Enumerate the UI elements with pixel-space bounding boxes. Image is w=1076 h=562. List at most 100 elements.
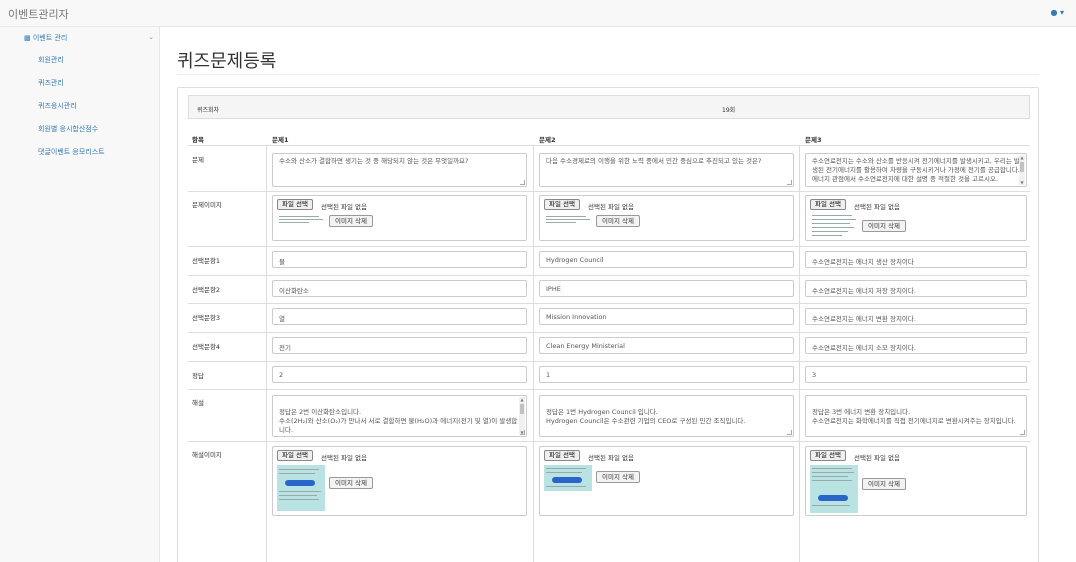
page-title: 퀴즈문제등록 — [177, 51, 277, 72]
chevron-down-icon: ⌄ — [148, 33, 154, 41]
resize-grip-icon[interactable] — [787, 430, 792, 435]
explanation-3-image-field: 파일 선택 선택된 파일 없음 이미지 삭제 — [805, 446, 1027, 516]
row-label-answer: 정답 — [192, 372, 204, 380]
resize-grip-icon[interactable] — [787, 180, 792, 185]
file-select-button[interactable]: 파일 선택 — [277, 450, 313, 461]
file-select-button[interactable]: 파일 선택 — [544, 450, 580, 461]
row-label-choice-3: 선택문항3 — [192, 314, 221, 322]
question-3-choice-4-input[interactable]: 수소연료전지는 에너지 소모 장치이다. — [805, 337, 1027, 354]
divider — [799, 145, 800, 562]
question-1-text: 수소와 산소가 결합하면 생기는 것 중 해당되지 않는 것은 무엇일까요? — [279, 157, 469, 165]
explanation-3-text: 정답은 3번 에너지 변환 장치입니다. 수소연료전지는 화학에너지를 직접 전… — [812, 408, 1016, 425]
row-label-question: 문제 — [192, 156, 204, 164]
question-image-thumbnail — [277, 213, 325, 227]
delete-image-button[interactable]: 이미지 삭제 — [596, 215, 640, 227]
question-1-choice-4-input[interactable]: 전기 — [272, 337, 527, 354]
question-2-answer-input[interactable]: 1 — [539, 366, 794, 383]
sidebar: ▩ 이벤트 관리 ⌄ 회원관리 퀴즈관리 퀴즈응시관리 회원별 응시합산점수 댓… — [0, 27, 160, 562]
divider — [177, 74, 1039, 75]
user-icon: ● — [1050, 8, 1058, 17]
sidebar-section-label: 이벤트 관리 — [32, 34, 68, 42]
row-label-explanation: 해설 — [192, 399, 204, 407]
question-3-choice-2-input[interactable]: 수소연료전지는 에너지 저장 장치이다. — [805, 280, 1027, 297]
divider — [188, 145, 1030, 146]
question-3-answer-input[interactable]: 3 — [805, 366, 1027, 383]
file-status-text: 선택된 파일 없음 — [588, 203, 634, 211]
question-3-text: 수소연료전지는 수소와 산소를 반응시켜 전기에너지를 발생시키고, 우리는 발… — [812, 157, 1020, 183]
quiz-form-panel: 퀴즈회차 19회 항목 문제1 문제2 문제3 문제 문제이미지 선택문항1 선… — [177, 87, 1039, 562]
file-select-button[interactable]: 파일 선택 — [277, 199, 313, 210]
question-1-answer-input[interactable]: 2 — [272, 366, 527, 383]
chevron-down-icon: ▾ — [1059, 8, 1064, 17]
file-status-text: 선택된 파일 없음 — [854, 454, 900, 462]
bar-chart-icon: ▩ — [24, 34, 31, 42]
delete-image-button[interactable]: 이미지 삭제 — [596, 471, 640, 483]
question-image-thumbnail — [544, 213, 592, 227]
resize-grip-icon[interactable] — [520, 430, 525, 435]
question-2-explanation-textarea[interactable]: 정답은 1번 Hydrogen Council 입니다. Hydrogen Co… — [539, 395, 794, 437]
file-status-text: 선택된 파일 없음 — [321, 203, 367, 211]
divider — [188, 332, 1030, 333]
file-select-button[interactable]: 파일 선택 — [544, 199, 580, 210]
file-select-button[interactable]: 파일 선택 — [810, 199, 846, 210]
question-3-choice-3-input[interactable]: 수소연료전지는 에너지 변환 장치이다. — [805, 308, 1027, 325]
top-navbar: 이벤트관리자 ● ▾ — [0, 0, 1076, 27]
question-3-explanation-textarea[interactable]: 정답은 3번 에너지 변환 장치입니다. 수소연료전지는 화학에너지를 직접 전… — [805, 395, 1027, 437]
divider — [188, 246, 1030, 247]
question-2-choice-4-input[interactable]: Clean Energy Ministerial — [539, 337, 794, 354]
divider — [533, 145, 534, 562]
question-image-thumbnail — [810, 213, 858, 239]
question-2-choice-1-input[interactable]: Hydrogen Council — [539, 251, 794, 268]
question-2-textarea[interactable]: 다음 수소경제로의 이행을 위한 노력 중에서 민간 중심으로 추진되고 있는 … — [539, 153, 794, 187]
delete-image-button[interactable]: 이미지 삭제 — [329, 477, 373, 489]
question-3-choice-1-input[interactable]: 수소연료전지는 에너지 생산 장치이다 — [805, 251, 1027, 268]
question-2-image-field: 파일 선택 선택된 파일 없음 이미지 삭제 — [539, 195, 794, 241]
file-status-text: 선택된 파일 없음 — [854, 203, 900, 211]
resize-grip-icon[interactable] — [520, 180, 525, 185]
user-menu-dropdown[interactable]: ● ▾ — [1050, 8, 1064, 17]
sidebar-section-event[interactable]: ▩ 이벤트 관리 ⌄ — [24, 33, 154, 45]
divider — [266, 145, 267, 562]
delete-image-button[interactable]: 이미지 삭제 — [329, 215, 373, 227]
delete-image-button[interactable]: 이미지 삭제 — [862, 478, 906, 490]
sidebar-item-comment-entries[interactable]: 댓글이벤트 응모리스트 — [38, 147, 105, 157]
row-label-question-image: 문제이미지 — [192, 201, 222, 209]
divider — [188, 361, 1030, 362]
explanation-image-thumbnail — [544, 465, 592, 491]
file-status-text: 선택된 파일 없음 — [588, 454, 634, 462]
question-1-textarea[interactable]: 수소와 산소가 결합하면 생기는 것 중 해당되지 않는 것은 무엇일까요? — [272, 153, 527, 187]
row-label-explanation-image: 해설이미지 — [192, 451, 222, 459]
scrollbar[interactable]: ▲ ▼ — [1019, 155, 1025, 185]
question-1-choice-1-input[interactable]: 물 — [272, 251, 527, 268]
round-value: 19회 — [722, 107, 736, 114]
question-3-image-field: 파일 선택 선택된 파일 없음 이미지 삭제 — [805, 195, 1027, 241]
question-1-choice-3-input[interactable]: 열 — [272, 308, 527, 325]
question-2-choice-3-input[interactable]: Mission Innovation — [539, 308, 794, 325]
explanation-1-text: 정답은 2번 이산화탄소입니다. 수소(2H₂)와 산소(O₂)가 만나서 서로… — [279, 408, 518, 434]
sidebar-item-quiz-attempts[interactable]: 퀴즈응시관리 — [38, 101, 77, 111]
file-select-button[interactable]: 파일 선택 — [810, 450, 846, 461]
row-label-choice-2: 선택문항2 — [192, 286, 221, 294]
delete-image-button[interactable]: 이미지 삭제 — [862, 220, 906, 232]
file-status-text: 선택된 파일 없음 — [321, 454, 367, 462]
question-3-textarea[interactable]: 수소연료전지는 수소와 산소를 반응시켜 전기에너지를 발생시키고, 우리는 발… — [805, 153, 1027, 187]
question-2-choice-2-input[interactable]: IPHE — [539, 280, 794, 297]
resize-grip-icon[interactable] — [1020, 430, 1025, 435]
app-title[interactable]: 이벤트관리자 — [8, 6, 69, 22]
divider — [188, 191, 1030, 192]
divider — [188, 303, 1030, 304]
sidebar-item-member-scores[interactable]: 회원별 응시합산점수 — [38, 124, 98, 134]
sidebar-item-quiz[interactable]: 퀴즈관리 — [38, 78, 64, 88]
question-1-image-field: 파일 선택 선택된 파일 없음 이미지 삭제 — [272, 195, 527, 241]
explanation-image-thumbnail — [277, 465, 325, 511]
row-label-choice-4: 선택문항4 — [192, 343, 221, 351]
explanation-image-thumbnail — [810, 465, 858, 513]
question-1-choice-2-input[interactable]: 이산화탄소 — [272, 280, 527, 297]
question-1-explanation-textarea[interactable]: 정답은 2번 이산화탄소입니다. 수소(2H₂)와 산소(O₂)가 만나서 서로… — [272, 395, 527, 437]
row-label-choice-1: 선택문항1 — [192, 257, 221, 265]
question-2-text: 다음 수소경제로의 이행을 위한 노력 중에서 민간 중심으로 추진되고 있는 … — [546, 157, 762, 165]
round-row: 퀴즈회차 19회 — [188, 95, 1030, 119]
sidebar-item-members[interactable]: 회원관리 — [38, 55, 64, 65]
main-content: 퀴즈문제등록 퀴즈회차 19회 항목 문제1 문제2 문제3 문제 문제이미지 — [160, 27, 1076, 562]
divider — [188, 275, 1030, 276]
